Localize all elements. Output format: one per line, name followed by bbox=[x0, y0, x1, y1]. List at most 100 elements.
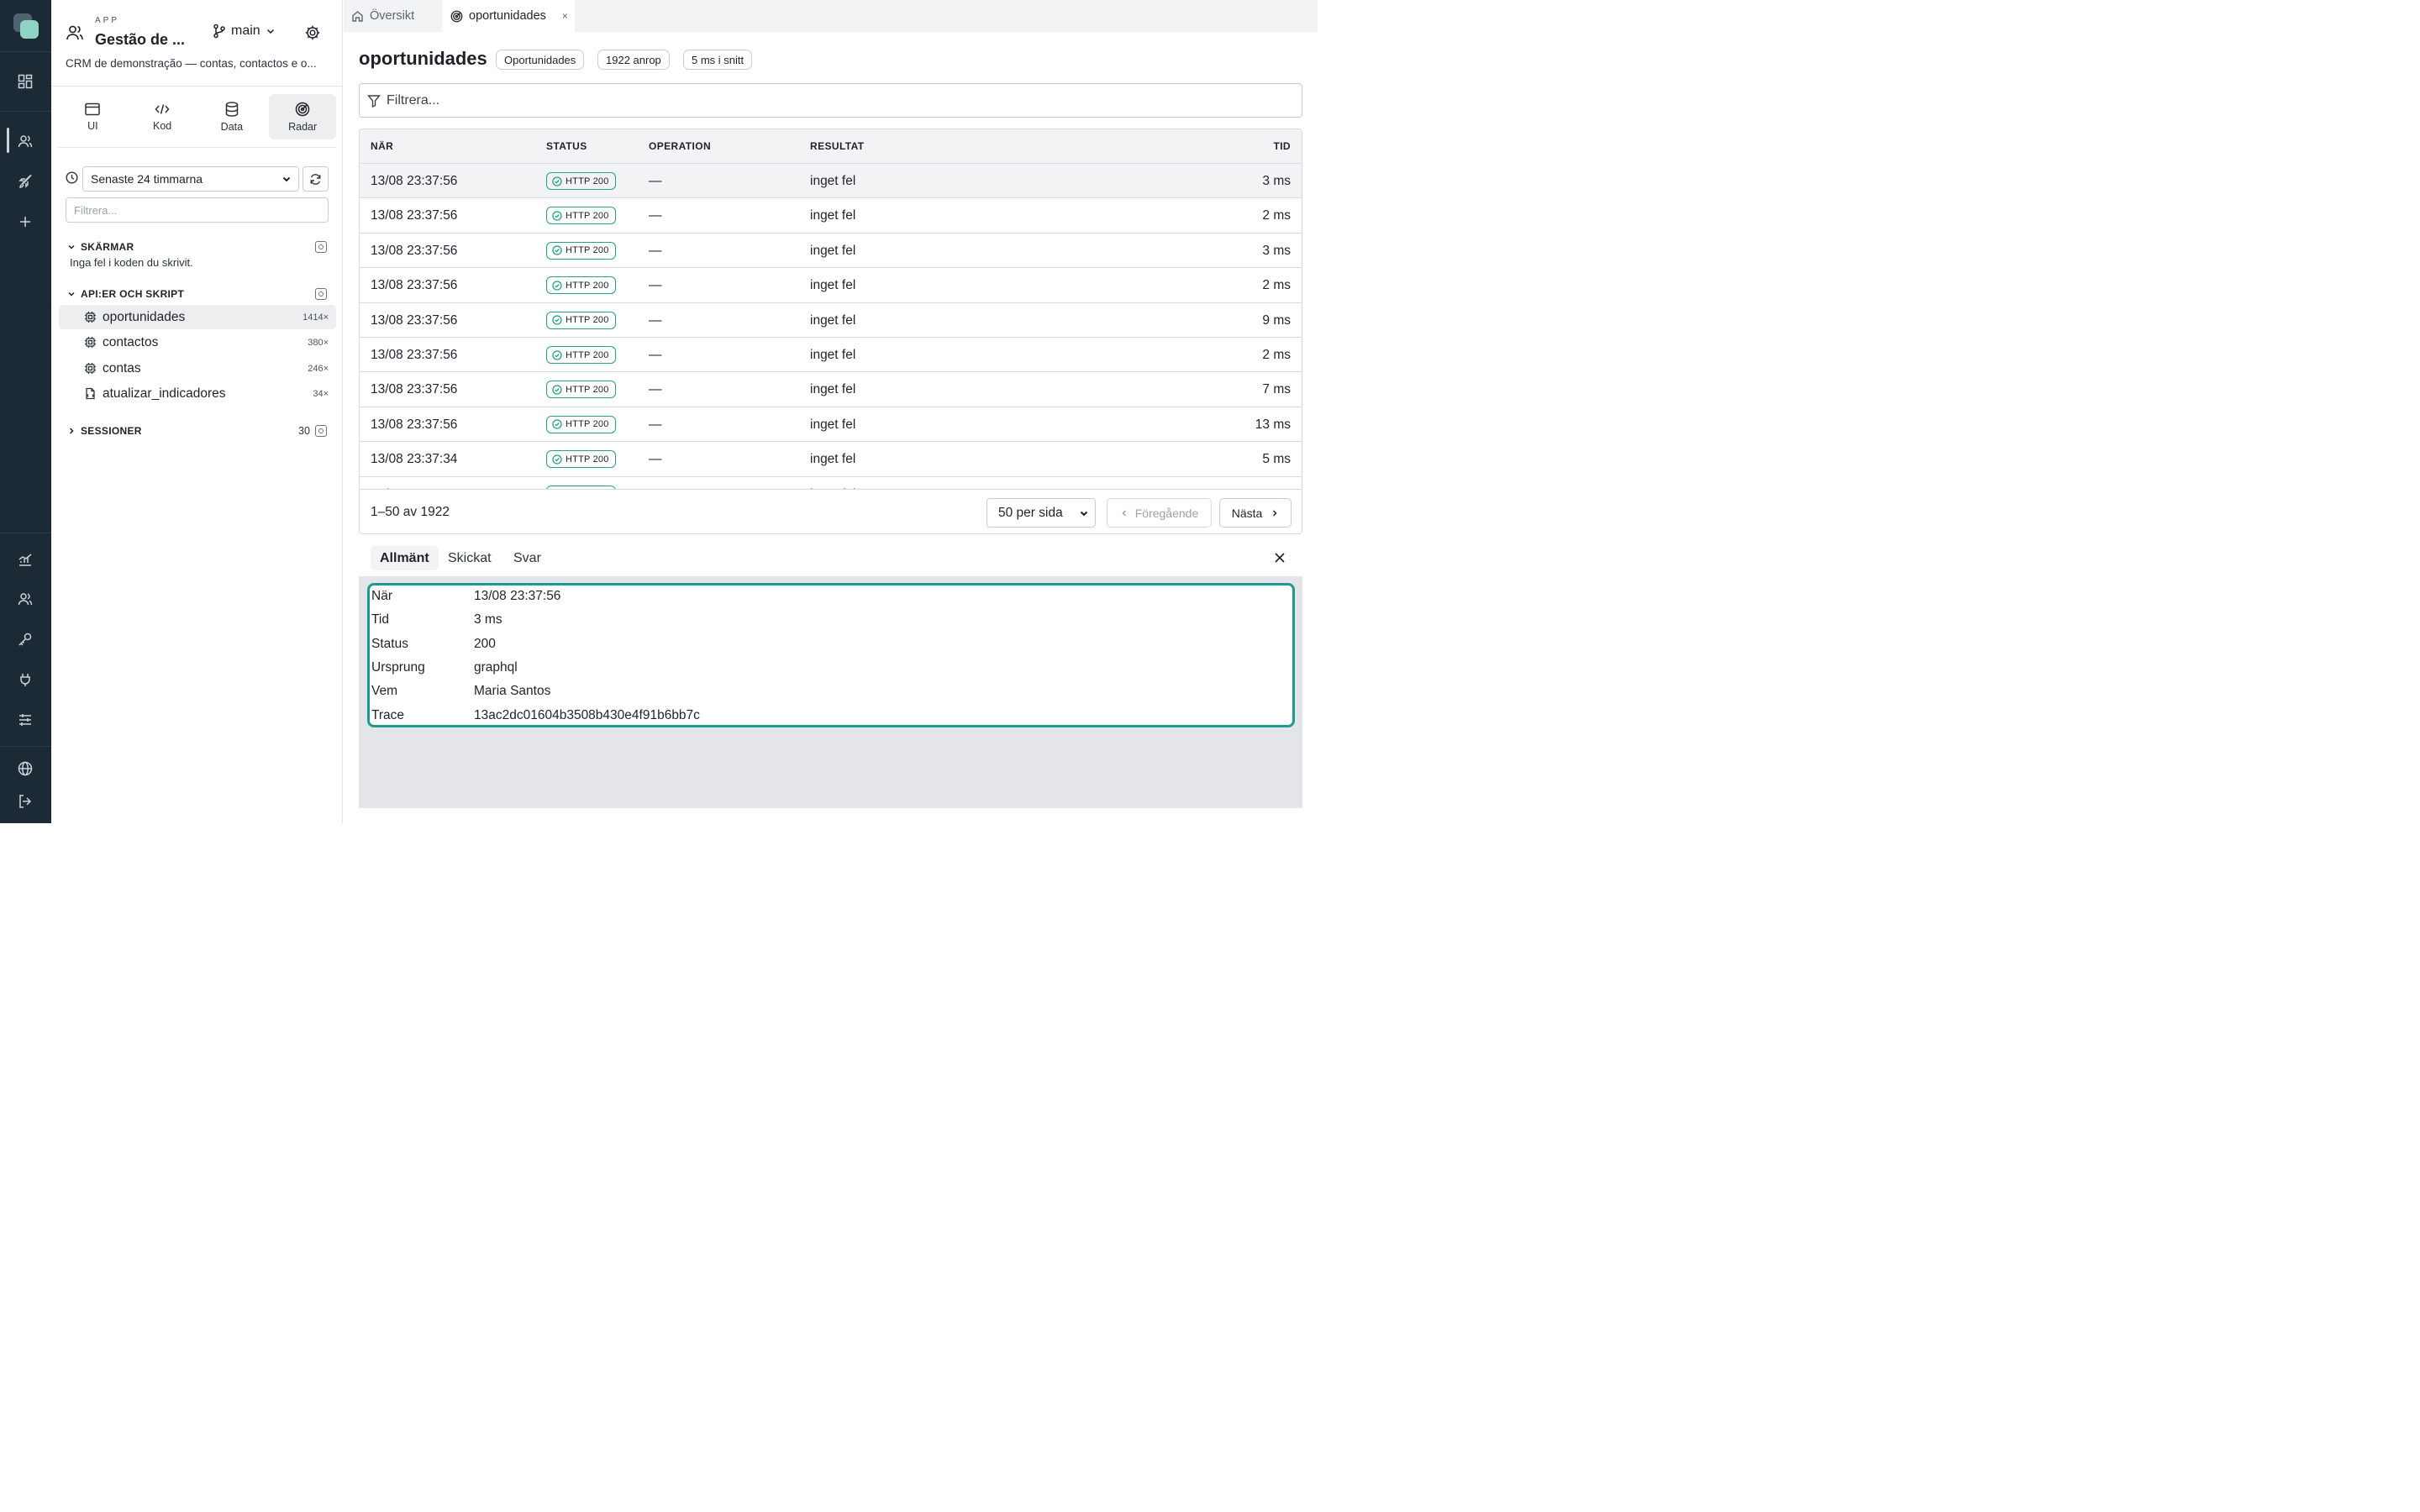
tab-oportunidades[interactable]: oportunidades × bbox=[442, 0, 575, 32]
mode-ui[interactable]: UI bbox=[58, 94, 128, 139]
table-row[interactable]: 13/08 23:37:34HTTP 200—inget fel4 ms bbox=[360, 477, 1302, 489]
section-sessions-header[interactable]: SESSIONER bbox=[67, 425, 142, 437]
close-icon[interactable] bbox=[1274, 552, 1286, 564]
cell-result: inget fel bbox=[810, 348, 856, 362]
mode-switcher: UI Kod Data Radar bbox=[58, 94, 336, 139]
per-page-select[interactable]: 50 per sida bbox=[986, 498, 1096, 528]
status-badge: HTTP 200 bbox=[546, 207, 616, 225]
section-screens-header[interactable]: SKÄRMAR bbox=[67, 241, 134, 253]
previous-page-button[interactable]: Föregående bbox=[1107, 498, 1212, 528]
status-text: HTTP 200 bbox=[566, 176, 609, 186]
plug-icon[interactable] bbox=[15, 669, 35, 690]
mode-radar[interactable]: Radar bbox=[269, 94, 336, 139]
calls-table: NÄR STATUS OPERATION RESULTAT TID 13/08 … bbox=[359, 129, 1302, 534]
globe-icon[interactable] bbox=[15, 759, 35, 779]
api-item-contas[interactable]: contas 246× bbox=[59, 356, 336, 381]
app-logo[interactable] bbox=[13, 13, 39, 39]
tab-response[interactable]: Svar bbox=[504, 546, 550, 570]
status-text: HTTP 200 bbox=[566, 210, 609, 221]
users-icon bbox=[66, 24, 84, 42]
api-item-name: contactos bbox=[103, 334, 159, 349]
column-time[interactable]: TID bbox=[1273, 140, 1291, 152]
cell-when: 13/08 23:37:56 bbox=[371, 382, 458, 397]
cell-result: inget fel bbox=[810, 243, 856, 258]
section-title: SESSIONER bbox=[81, 425, 142, 437]
detail-key: Vem bbox=[371, 684, 398, 699]
cell-operation: — bbox=[649, 312, 662, 328]
chevron-down-icon bbox=[68, 244, 75, 249]
side-filter-input[interactable]: Filtrera... bbox=[66, 197, 329, 223]
api-item-atualizar-indicadores[interactable]: atualizar_indicadores 34× bbox=[59, 381, 336, 406]
status-text: HTTP 200 bbox=[566, 384, 609, 395]
cell-when: 13/08 23:37:34 bbox=[371, 452, 458, 467]
log-filter-input[interactable]: Filtrera... bbox=[359, 83, 1302, 118]
column-status[interactable]: STATUS bbox=[546, 140, 587, 152]
next-label: Nästa bbox=[1231, 506, 1263, 520]
mode-code[interactable]: Kod bbox=[128, 94, 197, 139]
cell-when: 13/08 23:37:56 bbox=[371, 348, 458, 362]
api-item-contactos[interactable]: contactos 380× bbox=[59, 330, 336, 354]
api-item-name: contas bbox=[103, 360, 141, 375]
dashboard-icon[interactable] bbox=[15, 71, 35, 92]
rocket-icon[interactable] bbox=[15, 171, 35, 192]
info-icon[interactable] bbox=[315, 241, 327, 253]
tab-bar: Översikt oportunidades × bbox=[344, 0, 1318, 32]
sliders-icon[interactable] bbox=[15, 710, 35, 730]
table-row[interactable]: 13/08 23:37:34 HTTP 200 — inget fel 5 ms bbox=[360, 442, 1302, 477]
refresh-button[interactable] bbox=[302, 166, 329, 192]
table-row[interactable]: 13/08 23:37:56 HTTP 200 — inget fel 9 ms bbox=[360, 303, 1302, 338]
api-item-oportunidades[interactable]: oportunidades 1414× bbox=[59, 305, 336, 329]
chevron-down-icon bbox=[282, 176, 291, 182]
table-row[interactable]: 13/08 23:37:56 HTTP 200 — inget fel 2 ms bbox=[360, 338, 1302, 373]
mode-data[interactable]: Data bbox=[197, 94, 267, 139]
people-icon[interactable] bbox=[15, 589, 35, 609]
users-icon[interactable] bbox=[15, 131, 35, 151]
analytics-icon[interactable] bbox=[15, 549, 35, 570]
plus-icon[interactable] bbox=[15, 212, 35, 232]
column-when[interactable]: NÄR bbox=[371, 140, 393, 152]
info-icon[interactable] bbox=[315, 288, 327, 300]
section-apis-header[interactable]: API:ER OCH SKRIPT bbox=[67, 288, 184, 300]
table-row[interactable]: 13/08 23:37:56 HTTP 200 — inget fel 2 ms bbox=[360, 198, 1302, 234]
api-item-name: oportunidades bbox=[103, 309, 186, 324]
api-item-count: 1414× bbox=[302, 312, 329, 323]
status-badge: HTTP 200 bbox=[546, 450, 616, 469]
table-row[interactable]: 13/08 23:37:56 HTTP 200 — inget fel 2 ms bbox=[360, 268, 1302, 303]
table-row[interactable]: 13/08 23:37:56 HTTP 200 — inget fel 13 ms bbox=[360, 407, 1302, 443]
status-badge: HTTP 200 bbox=[546, 276, 616, 295]
key-icon[interactable] bbox=[15, 629, 35, 649]
detail-value: Maria Santos bbox=[474, 684, 551, 699]
check-circle-icon bbox=[552, 419, 562, 429]
tab-overview[interactable]: Översikt bbox=[351, 0, 414, 32]
gear-icon[interactable] bbox=[304, 24, 321, 41]
column-result[interactable]: RESULTAT bbox=[810, 140, 865, 152]
table-row[interactable]: 13/08 23:37:56 HTTP 200 — inget fel 3 ms bbox=[360, 164, 1302, 199]
tab-sent[interactable]: Skickat bbox=[439, 546, 501, 570]
detail-value: 200 bbox=[474, 636, 496, 651]
branch-name: main bbox=[231, 24, 260, 38]
detail-key: Tid bbox=[371, 612, 389, 627]
cell-time: 2 ms bbox=[1262, 278, 1291, 293]
chip-icon bbox=[85, 312, 96, 323]
api-item-count: 380× bbox=[308, 337, 329, 348]
api-item-name: atualizar_indicadores bbox=[103, 386, 226, 401]
table-row[interactable]: 13/08 23:37:56 HTTP 200 — inget fel 7 ms bbox=[360, 372, 1302, 407]
detail-value: graphql bbox=[474, 659, 518, 675]
cell-operation: — bbox=[649, 208, 662, 223]
section-title: SKÄRMAR bbox=[81, 241, 134, 253]
tab-general[interactable]: Allmänt bbox=[371, 546, 439, 570]
close-tab-icon[interactable]: × bbox=[562, 10, 568, 22]
home-icon bbox=[352, 10, 363, 22]
branch-selector[interactable]: main bbox=[213, 24, 276, 39]
logout-icon[interactable] bbox=[15, 791, 35, 811]
app-title: Gestão de ... bbox=[95, 31, 186, 48]
cell-result: inget fel bbox=[810, 417, 856, 432]
tab-label: oportunidades bbox=[469, 9, 546, 23]
column-operation[interactable]: OPERATION bbox=[649, 140, 711, 152]
next-page-button[interactable]: Nästa bbox=[1219, 498, 1292, 528]
section-title: API:ER OCH SKRIPT bbox=[81, 288, 185, 300]
table-row[interactable]: 13/08 23:37:56 HTTP 200 — inget fel 3 ms bbox=[360, 234, 1302, 269]
time-range-select[interactable]: Senaste 24 timmarna bbox=[82, 166, 299, 192]
cell-time: 2 ms bbox=[1262, 348, 1291, 362]
info-icon[interactable] bbox=[315, 425, 327, 437]
